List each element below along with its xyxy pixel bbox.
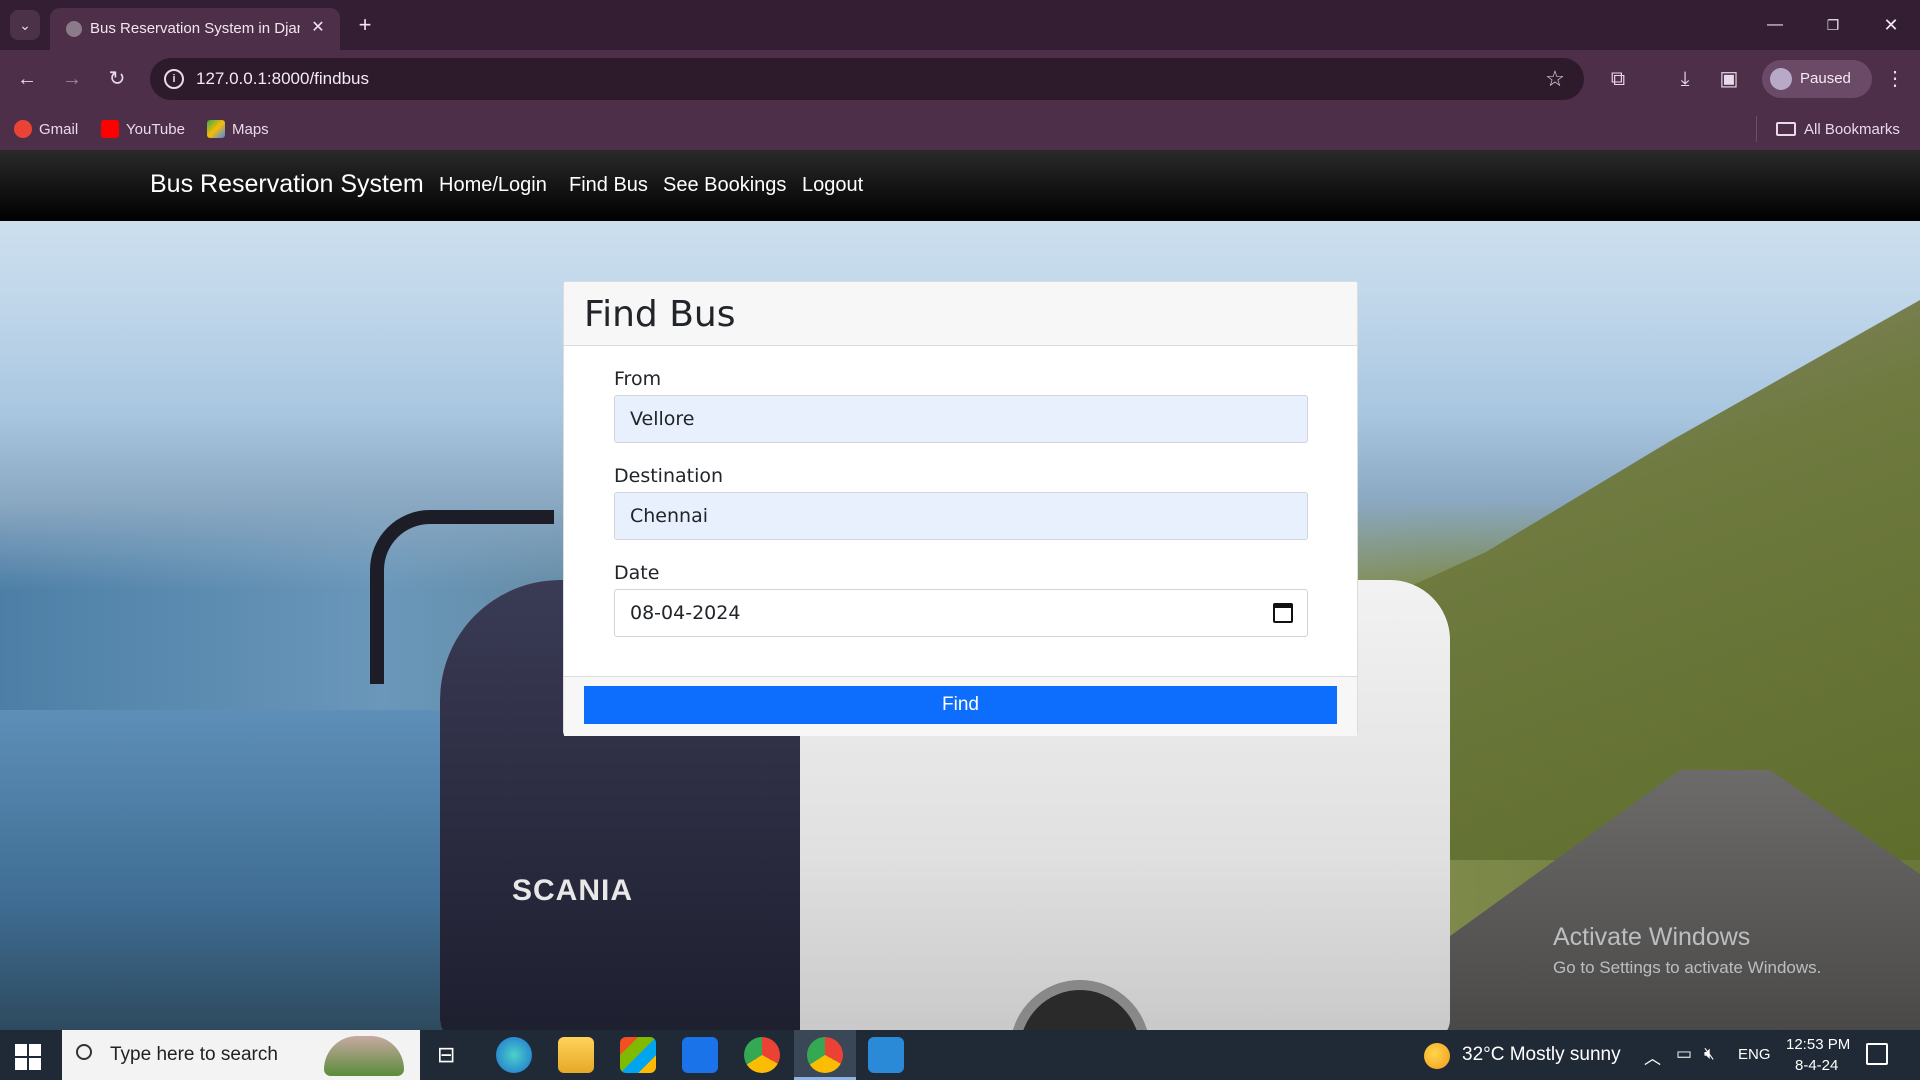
close-window-icon[interactable]: ✕ [1876,10,1906,40]
download-icon[interactable]: ⤓ [1670,64,1700,94]
from-input[interactable]: Vellore [614,395,1308,443]
page-content: SCANIA Bus Reservation System Home/Login… [0,150,1920,1030]
edge-icon[interactable] [496,1037,532,1073]
taskbar-search-input[interactable]: Type here to search [62,1030,420,1080]
bus-mirror [370,510,554,684]
nav-home-login[interactable]: Home/Login [439,174,547,197]
language-indicator[interactable]: ENG [1738,1046,1771,1063]
mail-icon[interactable] [682,1037,718,1073]
notification-icon[interactable] [1866,1043,1888,1065]
search-highlight-image [324,1036,404,1076]
vscode-icon[interactable] [868,1037,904,1073]
profile-button[interactable]: Paused [1762,60,1872,98]
search-placeholder: Type here to search [110,1044,278,1065]
minimize-icon[interactable]: — [1760,10,1790,40]
maps-icon [207,120,225,138]
reload-icon[interactable]: ↻ [102,64,132,94]
destination-label: Destination [614,465,724,487]
tab-title: Bus Reservation System in Djan [90,20,300,37]
task-view-icon[interactable]: ⊟ [437,1042,455,1068]
chrome-icon [807,1037,843,1073]
gmail-icon [14,120,32,138]
browser-tab-bar: ⌄ Bus Reservation System in Djan ✕ + — ❐… [0,0,1920,50]
windows-start-icon[interactable] [10,1038,46,1074]
search-icon [76,1044,92,1060]
restore-icon[interactable]: ❐ [1818,10,1848,40]
side-panel-icon[interactable]: ▣ [1714,64,1744,94]
windows-taskbar: Type here to search ⊟ 32°C Mostly sunny … [0,1030,1920,1080]
avatar [1770,68,1792,90]
calendar-icon[interactable] [1273,603,1293,623]
new-tab-button[interactable]: + [352,12,378,38]
clock-date[interactable]: 8-4-24 [1795,1057,1838,1074]
youtube-icon [101,120,119,138]
card-header: Find Bus [564,282,1357,346]
globe-icon [66,21,82,37]
store-icon[interactable] [620,1037,656,1073]
from-value: Vellore [630,408,695,430]
find-bus-card: Find Bus From Vellore Destination Chenna… [563,281,1358,736]
clock-time[interactable]: 12:53 PM [1786,1036,1850,1053]
destination-value: Chennai [630,505,709,527]
back-arrow-icon[interactable]: ← [12,64,42,94]
bus-logo: SCANIA [512,874,634,907]
bookmark-star-icon[interactable]: ☆ [1540,64,1570,94]
page-title: Find Bus [584,294,736,335]
weather-icon[interactable] [1424,1043,1450,1069]
date-input[interactable]: 08-04-2024 [614,589,1308,637]
browser-tab[interactable]: Bus Reservation System in Djan ✕ [50,8,340,50]
bookmark-youtube[interactable]: YouTube [101,117,185,141]
profile-status: Paused [1800,70,1851,87]
nav-logout[interactable]: Logout [802,174,863,197]
bookmarks-bar: Gmail YouTube Maps All Bookmarks [0,108,1920,150]
bookmark-gmail[interactable]: Gmail [14,117,78,141]
forward-arrow-icon[interactable]: → [57,64,87,94]
chrome-icon[interactable] [744,1037,780,1073]
date-label: Date [614,562,660,584]
extensions-icon[interactable]: ⧉ [1603,64,1633,94]
brand-link[interactable]: Bus Reservation System [150,170,424,199]
speaker-muted-icon[interactable]: 🔇︎ [1704,1044,1715,1064]
tab-search-button[interactable]: ⌄ [10,10,40,40]
nav-find-bus[interactable]: Find Bus [569,174,648,197]
destination-input[interactable]: Chennai [614,492,1308,540]
active-app-slot[interactable] [794,1030,856,1080]
weather-text[interactable]: 32°C Mostly sunny [1462,1044,1621,1066]
address-bar[interactable]: i 127.0.0.1:8000/findbus ☆ [150,58,1584,100]
browser-toolbar: ← → ↻ i 127.0.0.1:8000/findbus ☆ ⧉ ⤓ ▣ P… [0,50,1920,108]
all-bookmarks-button[interactable]: All Bookmarks [1776,117,1900,141]
divider [1756,116,1757,142]
site-info-icon[interactable]: i [164,69,184,89]
bookmark-maps[interactable]: Maps [207,117,269,141]
folder-icon [1776,122,1796,136]
from-label: From [614,368,662,390]
find-button[interactable]: Find [584,686,1337,724]
bookmark-label: YouTube [126,120,185,138]
date-value: 08-04-2024 [630,602,741,624]
file-explorer-icon[interactable] [558,1037,594,1073]
menu-kebab-icon[interactable]: ⋮ [1880,64,1910,94]
nav-see-bookings[interactable]: See Bookings [663,174,786,197]
bookmark-label: Maps [232,120,269,138]
chevron-up-icon[interactable]: ︿ [1644,1044,1661,1069]
card-footer: Find [564,676,1357,736]
all-bookmarks-label: All Bookmarks [1804,120,1900,138]
activate-windows-subtitle: Go to Settings to activate Windows. [1553,958,1822,977]
activate-windows-title: Activate Windows [1553,923,1751,951]
close-tab-icon[interactable]: ✕ [308,18,328,38]
battery-icon[interactable]: ▭ [1676,1044,1692,1064]
bookmark-label: Gmail [39,120,79,138]
url-text[interactable]: 127.0.0.1:8000/findbus [196,69,369,89]
site-navbar: Bus Reservation System Home/Login Find B… [0,150,1920,221]
